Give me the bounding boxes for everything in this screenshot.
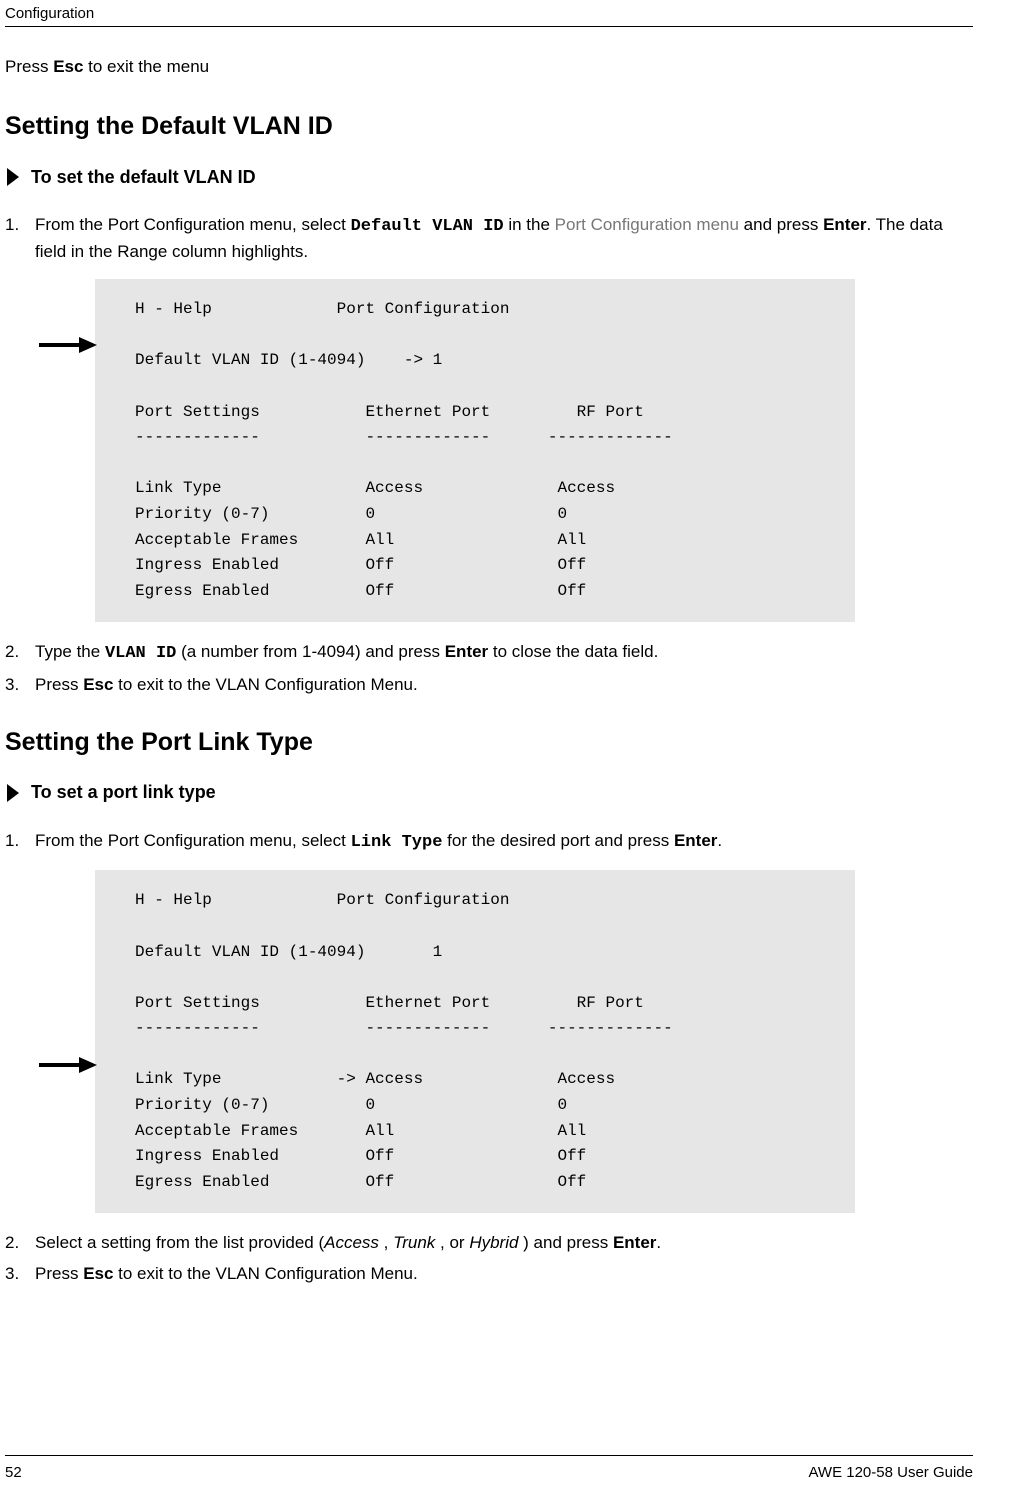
code-text: VLAN ID [105,644,176,663]
intro-prefix: Press [5,57,53,76]
code-block-1: H - Help Port Configuration Default VLAN… [95,279,855,622]
intro-line: Press Esc to exit the menu [5,57,973,77]
text: for the desired port and press [442,831,674,850]
step-2-vlan: Type the VLAN ID (a number from 1-4094) … [5,640,973,667]
text: ) and press [518,1233,613,1252]
text: in the [504,215,555,234]
text: . [656,1233,661,1252]
procedure-heading-linktype: To set a port link type [5,782,973,804]
text: , [379,1233,393,1252]
page-number: 52 [5,1464,22,1481]
procedure-title-linktype: To set a port link type [31,782,216,803]
intro-key: Esc [53,57,83,76]
code-text: Link Type [351,833,443,852]
code-block-2: H - Help Port Configuration Default VLAN… [95,870,855,1213]
text: From the Port Configuration menu, select [35,215,351,234]
option-text: Hybrid [469,1233,518,1252]
text: Press [35,1264,83,1283]
step-2-linktype: Select a setting from the list provided … [5,1231,973,1256]
text: From the Port Configuration menu, select [35,831,351,850]
step-1-linktype: From the Port Configuration menu, select… [5,829,973,1214]
pointer-arrow-icon [39,1055,97,1075]
header-section: Configuration [5,5,973,27]
text: to exit to the VLAN Configuration Menu. [113,675,417,694]
text: Press [35,675,83,694]
option-text: Trunk [393,1233,435,1252]
key-text: Enter [674,831,717,850]
step-3-linktype: Press Esc to exit to the VLAN Configurat… [5,1262,973,1287]
code-block-wrap-1: H - Help Port Configuration Default VLAN… [95,279,973,622]
key-text: Esc [83,1264,113,1283]
key-text: Enter [613,1233,656,1252]
light-text: Port Configuration menu [555,215,739,234]
key-text: Esc [83,675,113,694]
code-block-wrap-2: H - Help Port Configuration Default VLAN… [95,870,973,1213]
key-text: Enter [445,642,488,661]
text: to close the data field. [488,642,658,661]
option-text: Access [324,1233,379,1252]
text: . [717,831,722,850]
text: Select a setting from the list provided … [35,1233,324,1252]
procedure-heading-vlan: To set the default VLAN ID [5,166,973,188]
pointer-arrow-icon [39,335,97,355]
guide-name: AWE 120-58 User Guide [808,1464,973,1481]
step-3-vlan: Press Esc to exit to the VLAN Configurat… [5,673,973,698]
text: Type the [35,642,105,661]
step-1-vlan: From the Port Configuration menu, select… [5,213,973,622]
text: and press [739,215,823,234]
section-heading-vlan: Setting the Default VLAN ID [5,112,973,141]
section-heading-linktype: Setting the Port Link Type [5,728,973,757]
procedure-arrow-icon [5,782,21,804]
procedure-title-vlan: To set the default VLAN ID [31,167,256,188]
text: , or [435,1233,469,1252]
text: to exit to the VLAN Configuration Menu. [113,1264,417,1283]
code-text: Default VLAN ID [351,217,504,236]
intro-suffix: to exit the menu [83,57,209,76]
footer: 52 AWE 120-58 User Guide [5,1455,973,1481]
procedure-arrow-icon [5,166,21,188]
text: (a number from 1-4094) and press [176,642,444,661]
key-text: Enter [823,215,866,234]
